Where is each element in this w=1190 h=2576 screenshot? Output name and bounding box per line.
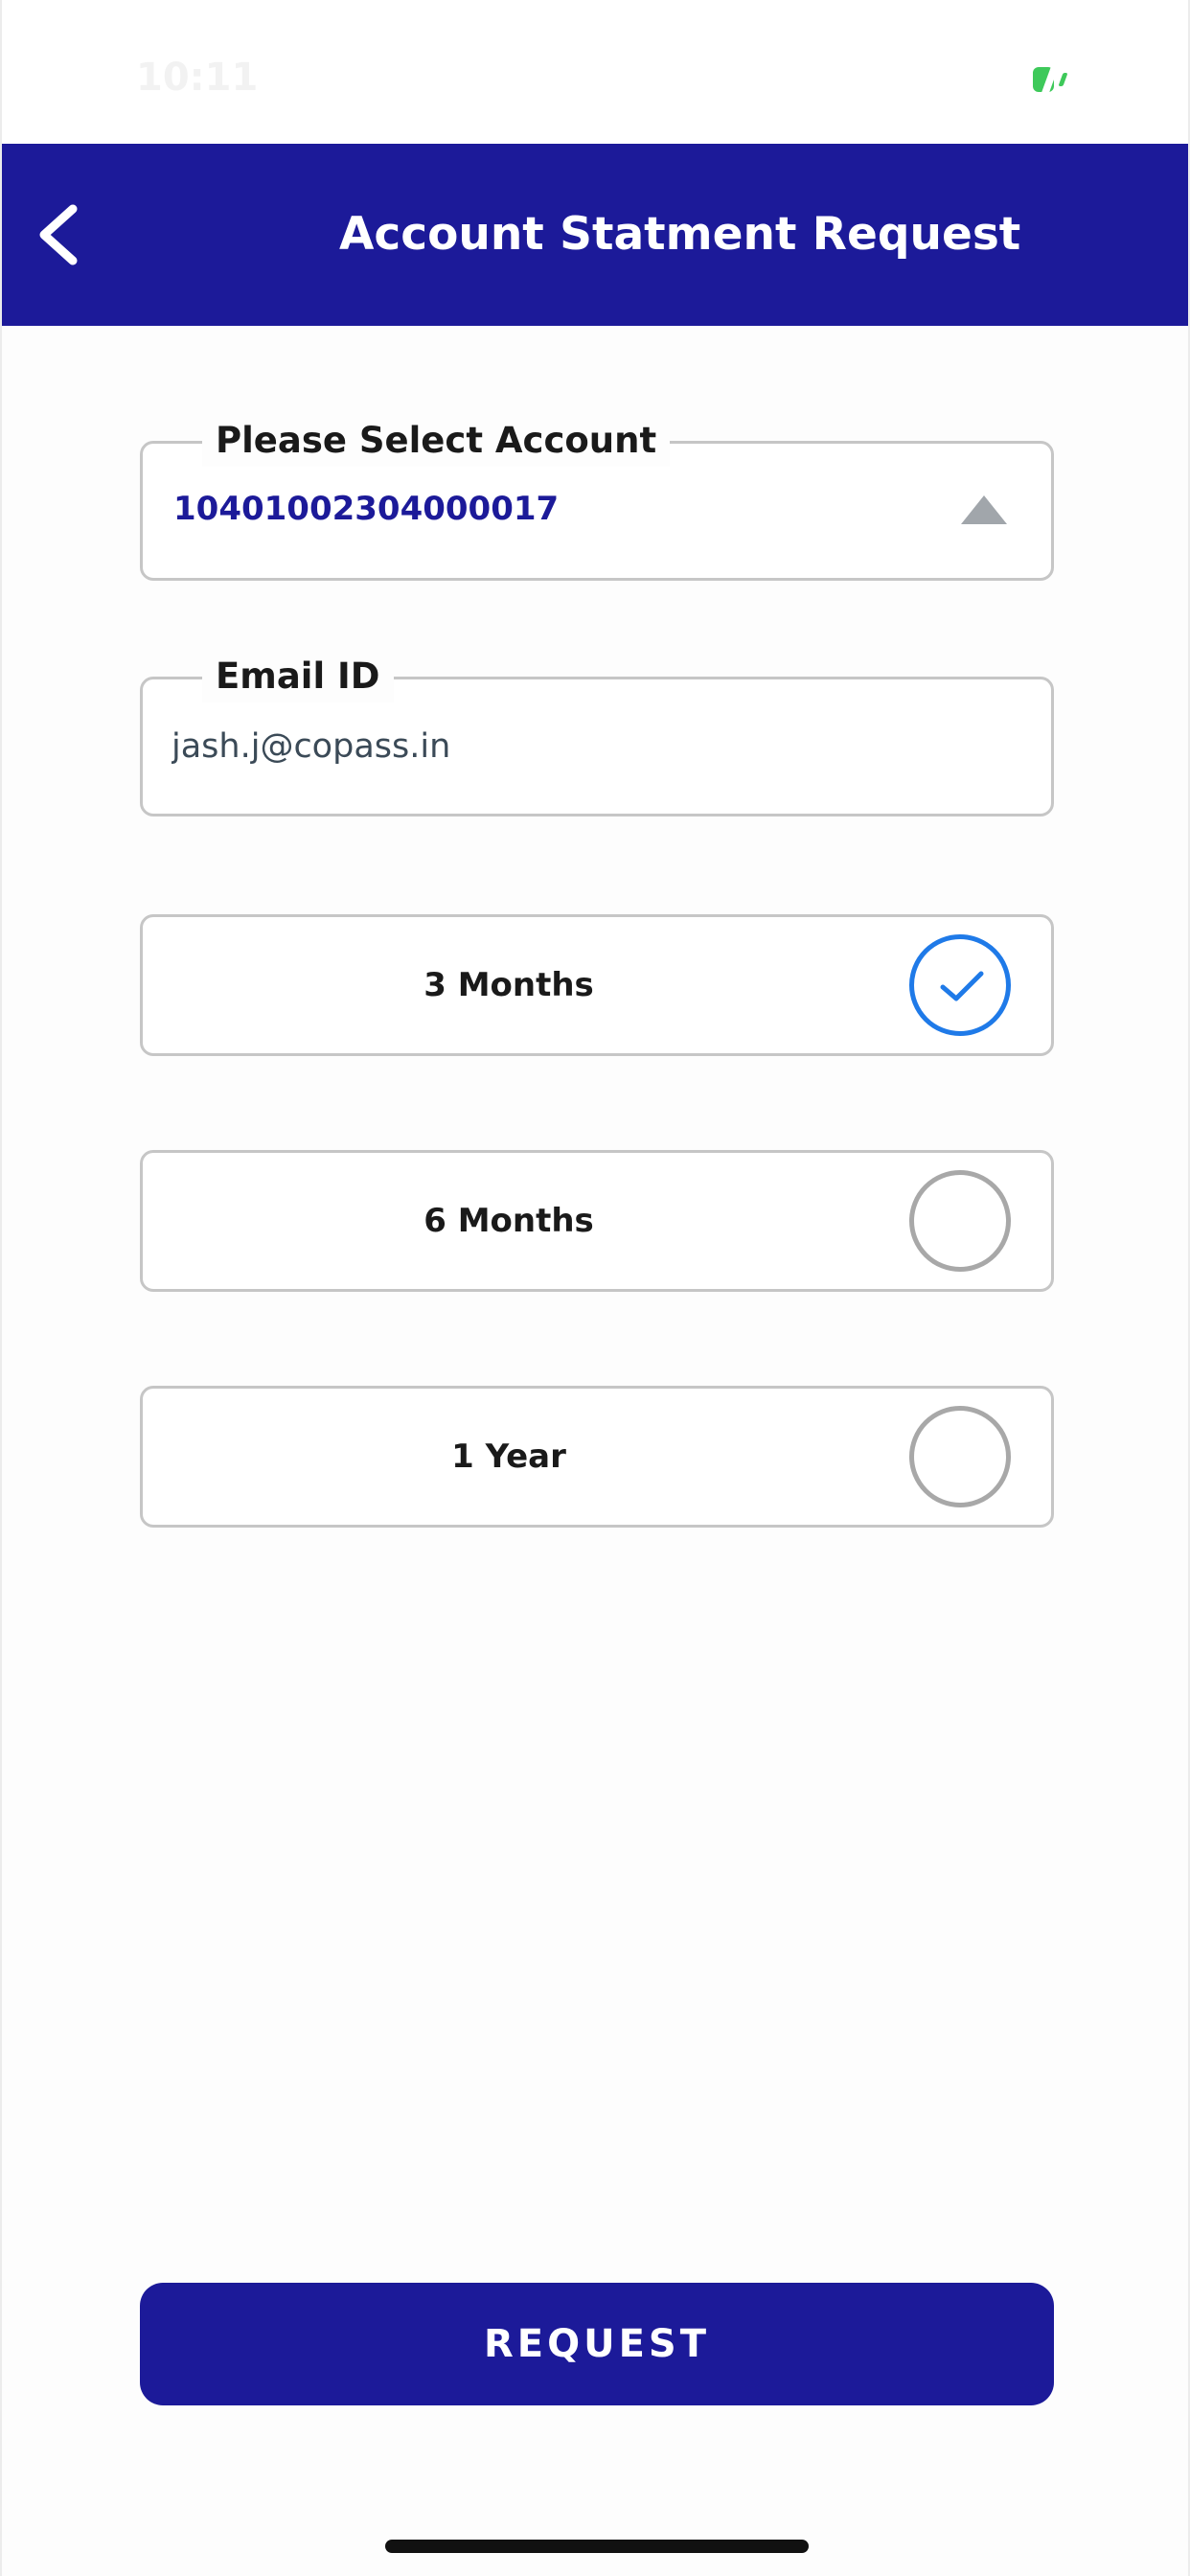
back-button[interactable] (23, 192, 109, 278)
email-field-container: Email ID (140, 651, 1054, 816)
battery-charging-icon (1033, 67, 1068, 92)
status-bar: 10:11 (2, 0, 1188, 144)
app-header: Account Statment Request (2, 144, 1188, 326)
account-select[interactable]: Please Select Account 10401002304000017 (140, 415, 1054, 581)
account-select-label: Please Select Account (202, 415, 671, 467)
chevron-left-icon (39, 204, 78, 265)
checkmark-icon (940, 971, 984, 1001)
account-select-value: 10401002304000017 (173, 490, 560, 528)
home-indicator (385, 2540, 809, 2553)
screen: 10:11 Account Statment Request Please Se… (0, 0, 1190, 2576)
radio-unchecked[interactable] (909, 1170, 1011, 1272)
radio-unchecked[interactable] (909, 1406, 1011, 1507)
option-3-months[interactable]: 3 Months (140, 914, 1054, 1056)
radio-checked[interactable] (909, 934, 1011, 1036)
option-label: 3 Months (423, 966, 594, 1004)
option-6-months[interactable]: 6 Months (140, 1150, 1054, 1292)
status-time: 10:11 (136, 56, 259, 100)
email-field-label: Email ID (202, 651, 394, 702)
option-label: 1 Year (451, 1438, 566, 1476)
option-label: 6 Months (423, 1202, 594, 1240)
request-button[interactable]: REQUEST (140, 2283, 1054, 2405)
email-field[interactable] (172, 718, 1015, 775)
page-title: Account Statment Request (339, 208, 1021, 261)
option-1-year[interactable]: 1 Year (140, 1386, 1054, 1528)
caret-up-icon[interactable] (961, 495, 1007, 524)
